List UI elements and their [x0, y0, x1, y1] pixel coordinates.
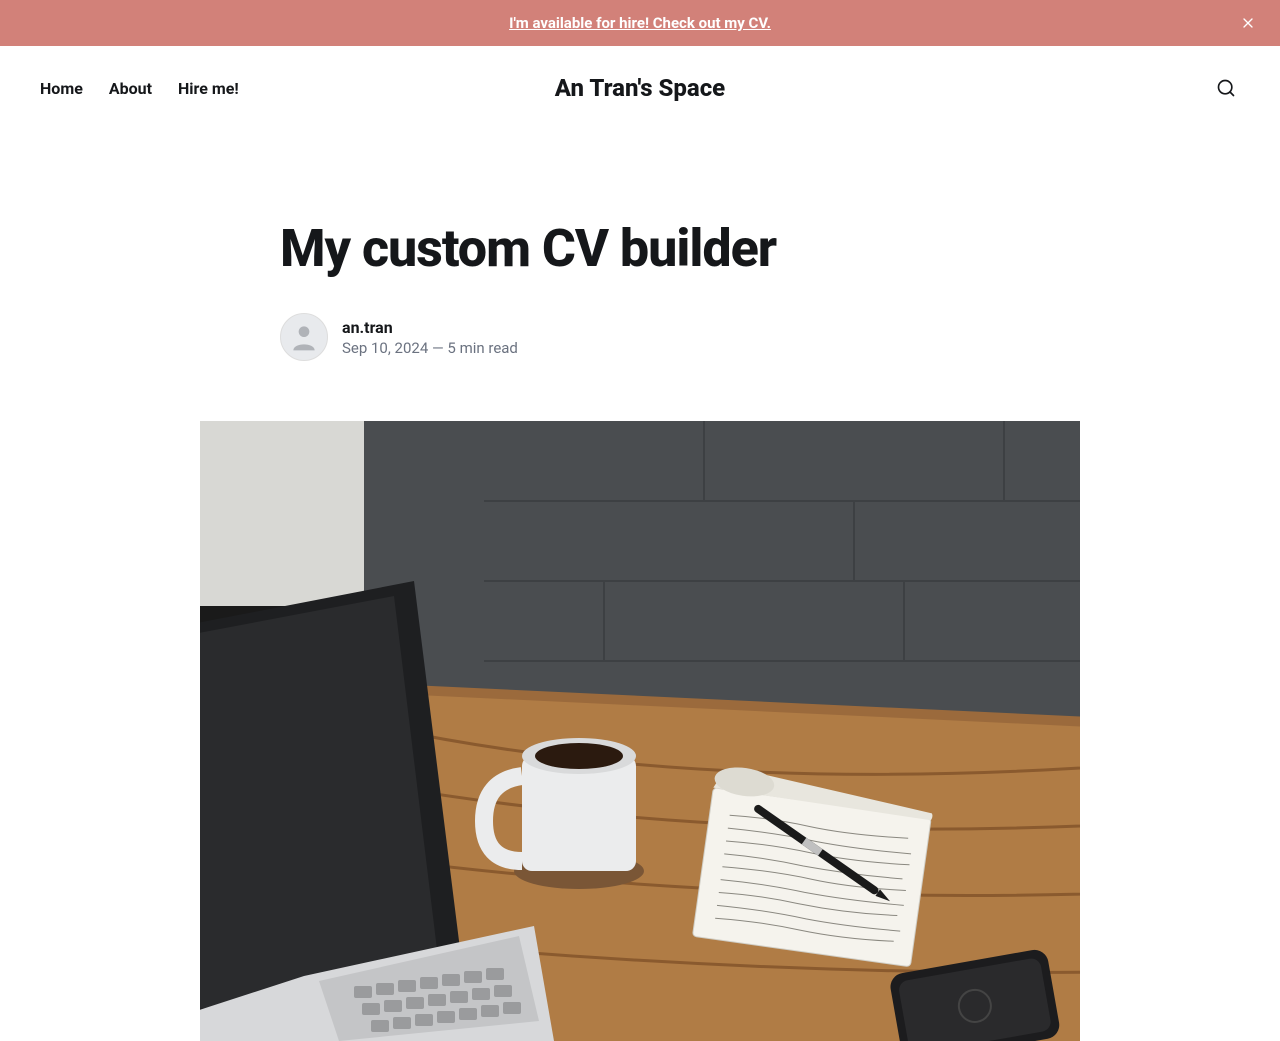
close-icon [1240, 15, 1256, 31]
hero-illustration [200, 421, 1080, 1041]
announcement-link[interactable]: I'm available for hire! Check out my CV. [509, 14, 771, 32]
article-title: My custom CV builder [280, 220, 1000, 277]
announcement-bar: I'm available for hire! Check out my CV. [0, 0, 1280, 46]
author-name[interactable]: an.tran [342, 318, 518, 337]
close-announcement-button[interactable] [1236, 11, 1260, 35]
site-header: Home About Hire me! An Tran's Space [0, 46, 1280, 130]
author-avatar[interactable] [280, 313, 328, 361]
article-date: Sep 10, 2024 [342, 339, 428, 357]
hero-image [200, 421, 1080, 1041]
site-title[interactable]: An Tran's Space [555, 74, 725, 102]
search-icon [1216, 78, 1236, 98]
avatar-placeholder-icon [288, 321, 320, 353]
nav-home[interactable]: Home [40, 79, 83, 98]
search-button[interactable] [1212, 74, 1240, 102]
nav-hire-me[interactable]: Hire me! [178, 79, 239, 98]
article-read-time: 5 min read [447, 339, 517, 357]
nav-about[interactable]: About [109, 79, 152, 98]
author-row: an.tran Sep 10, 2024 — 5 min read [280, 313, 1000, 361]
author-meta: an.tran Sep 10, 2024 — 5 min read [342, 318, 518, 357]
meta-separator: — [428, 339, 447, 357]
article-container: My custom CV builder an.tran Sep 10, 202… [280, 130, 1000, 1041]
primary-nav: Home About Hire me! [40, 79, 239, 98]
article-date-read: Sep 10, 2024 — 5 min read [342, 339, 518, 357]
